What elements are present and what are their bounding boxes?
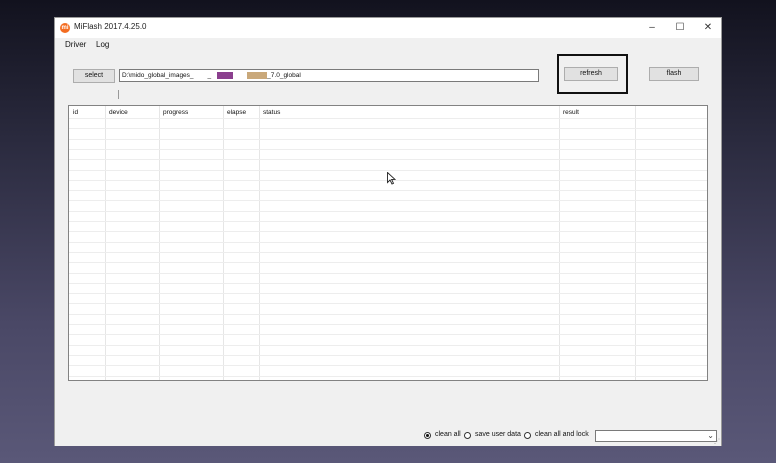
title-bar[interactable]: mi MiFlash 2017.4.25.0 – ☐ ✕: [55, 18, 721, 38]
path-suffix-text: _7.0_global: [267, 72, 301, 79]
minimize-button[interactable]: –: [639, 18, 665, 38]
chevron-down-icon[interactable]: ⌄: [707, 431, 714, 441]
select-button[interactable]: select: [73, 69, 115, 83]
grid-row-line: [69, 118, 707, 119]
grid-row-line: [69, 272, 707, 274]
menu-driver[interactable]: Driver: [65, 40, 86, 49]
grid-column-divider: [635, 106, 636, 380]
text-caret: [118, 90, 119, 99]
clean-all-and-lock-label[interactable]: clean all and lock: [535, 431, 589, 438]
column-header-progress[interactable]: progress: [163, 109, 188, 116]
grid-row-line: [69, 221, 707, 222]
menu-bar: Driver Log: [55, 38, 721, 51]
column-header-id[interactable]: id: [73, 109, 78, 116]
grid-row-line: [69, 159, 707, 161]
redacted-block-purple: [217, 71, 234, 79]
grid-row-line: [69, 231, 707, 233]
grid-row-line: [69, 128, 707, 130]
miflash-window: mi MiFlash 2017.4.25.0 – ☐ ✕ Driver Log …: [54, 17, 722, 446]
grid-row-line: [69, 324, 707, 325]
grid-row-line: [69, 293, 707, 295]
grid-row-line: [69, 303, 707, 305]
grid-column-divider: [105, 106, 106, 380]
flash-button[interactable]: flash: [649, 67, 699, 81]
grid-row-line: [69, 138, 707, 140]
device-grid[interactable]: id device progress elapse status result: [68, 105, 708, 381]
grid-row-line: [69, 313, 707, 315]
device-select-dropdown[interactable]: ⌄: [595, 430, 717, 442]
grid-row-line: [69, 344, 707, 346]
grid-row-line: [69, 200, 707, 202]
image-path-input[interactable]: D:\mido_global_images_ _ _7.0_global: [119, 69, 539, 82]
grid-row-line: [69, 241, 707, 243]
grid-row-line: [69, 262, 707, 264]
resize-grip-icon[interactable]: ⋰: [714, 438, 720, 445]
redacted-block-tan: [247, 71, 268, 79]
column-header-status[interactable]: status: [263, 109, 280, 116]
grid-row-line: [69, 354, 707, 356]
grid-row-line: [69, 375, 707, 377]
refresh-button[interactable]: refresh: [564, 67, 618, 81]
grid-row-line: [69, 190, 707, 192]
grid-column-divider: [559, 106, 560, 380]
maximize-button[interactable]: ☐: [667, 18, 693, 38]
column-header-result[interactable]: result: [563, 109, 579, 116]
window-title: MiFlash 2017.4.25.0: [74, 22, 147, 31]
clean-all-and-lock-radio[interactable]: [524, 432, 531, 439]
column-header-elapse[interactable]: elapse: [227, 109, 246, 116]
mouse-pointer-icon: [387, 172, 396, 185]
grid-row-line: [69, 148, 707, 150]
grid-header-row: id device progress elapse status result: [69, 106, 707, 118]
column-header-device[interactable]: device: [109, 109, 128, 116]
path-mid-text: _: [207, 72, 212, 79]
save-user-data-label[interactable]: save user data: [475, 431, 521, 438]
grid-row-line: [69, 251, 707, 253]
miflash-app-icon: mi: [60, 23, 70, 33]
grid-column-divider: [223, 106, 224, 380]
grid-row-line: [69, 282, 707, 284]
path-prefix-text: D:\mido_global_images_: [122, 72, 194, 79]
grid-row-line: [69, 365, 707, 367]
clean-all-radio[interactable]: [424, 432, 431, 439]
save-user-data-radio[interactable]: [464, 432, 471, 439]
grid-column-divider: [259, 106, 260, 380]
grid-column-divider: [159, 106, 160, 380]
bottom-options-bar: clean all save user data clean all and l…: [55, 428, 721, 446]
grid-row-line: [69, 169, 707, 171]
close-button[interactable]: ✕: [695, 18, 721, 38]
menu-log[interactable]: Log: [96, 40, 109, 49]
grid-row-line: [69, 334, 707, 336]
clean-all-label[interactable]: clean all: [435, 431, 461, 438]
grid-row-line: [69, 210, 707, 212]
